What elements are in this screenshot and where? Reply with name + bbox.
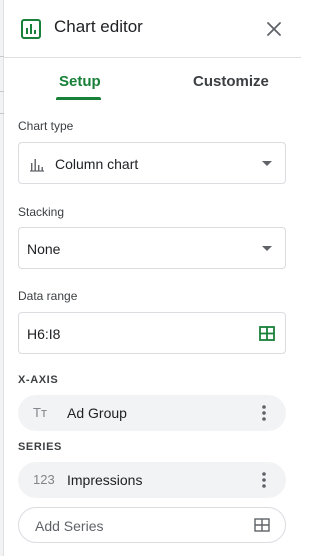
stacking-label: Stacking: [18, 205, 65, 219]
chart-type-label: Chart type: [18, 119, 74, 133]
column-chart-icon: [30, 159, 44, 172]
series-chip[interactable]: 123 Impressions: [18, 462, 286, 498]
tab-customize[interactable]: Customize: [193, 73, 269, 90]
more-vert-icon[interactable]: [262, 404, 266, 422]
x-axis-value: Ad Group: [67, 405, 127, 421]
number-type-icon: 123: [33, 472, 55, 487]
chevron-down-icon: [262, 161, 272, 166]
data-range-value: H6:I8: [27, 326, 61, 342]
editor-title: Chart editor: [54, 17, 143, 36]
chart-type-value: Column chart: [55, 156, 139, 172]
grid-icon: [254, 518, 270, 532]
editor-tabs: Setup Customize: [4, 58, 301, 102]
tab-setup[interactable]: Setup: [59, 73, 101, 90]
stacking-value: None: [27, 241, 61, 257]
stacking-select[interactable]: None: [18, 227, 286, 269]
x-axis-section-label: X-AXIS: [18, 374, 59, 386]
data-range-label: Data range: [18, 289, 78, 303]
add-series-label: Add Series: [35, 518, 104, 534]
x-axis-chip[interactable]: Tт Ad Group: [18, 395, 286, 431]
data-range-input[interactable]: H6:I8: [18, 312, 286, 354]
text-type-icon: Tт: [33, 405, 47, 420]
more-vert-icon[interactable]: [262, 471, 266, 489]
active-tab-indicator: [56, 97, 101, 100]
chevron-down-icon: [262, 246, 272, 251]
series-section-label: SERIES: [18, 441, 62, 453]
editor-header: Chart editor: [4, 0, 301, 58]
chart-type-select[interactable]: Column chart: [18, 142, 286, 184]
series-value: Impressions: [67, 472, 143, 488]
bar-chart-icon: [21, 19, 41, 39]
close-icon[interactable]: [266, 21, 282, 37]
grid-icon[interactable]: [259, 326, 275, 341]
sheet-gridline: [0, 113, 4, 114]
add-series-button[interactable]: Add Series: [18, 507, 286, 543]
